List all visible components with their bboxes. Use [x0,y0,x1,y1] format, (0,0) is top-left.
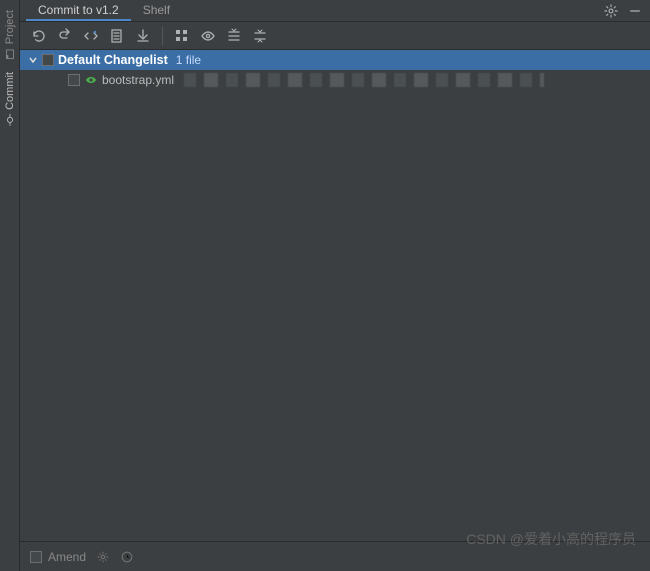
revert-icon [57,28,73,44]
collapse-all-button[interactable] [249,25,271,47]
amend-checkbox-box[interactable] [30,551,42,563]
file-checkbox[interactable] [68,74,80,86]
rollback-button[interactable] [54,25,76,47]
group-by-icon [174,28,190,44]
view-options-button[interactable] [197,25,219,47]
amend-checkbox[interactable]: Amend [30,550,86,564]
shelve-icon [135,28,151,44]
file-row[interactable]: bootstrap.yml [20,70,650,90]
project-tool-label: Project [4,10,16,44]
collapse-all-icon [252,28,268,44]
obscured-path [184,73,544,87]
gear-icon[interactable] [604,4,618,18]
expand-all-icon [226,28,242,44]
project-tool-tab[interactable]: Project [2,4,18,66]
commit-toolbar [20,22,650,50]
project-icon [4,48,16,60]
preview-icon [200,28,216,44]
group-by-button[interactable] [171,25,193,47]
commit-tool-tab[interactable]: Commit [2,66,18,132]
commit-tool-label: Commit [4,72,16,110]
changelist-row[interactable]: Default Changelist 1 file [20,50,650,70]
refresh-icon [31,28,47,44]
left-tool-gutter: Project Commit [0,0,20,571]
show-diff-button[interactable] [80,25,102,47]
changelist-checkbox[interactable] [42,54,54,66]
tab-shelf[interactable]: Shelf [131,0,182,21]
shelve-button[interactable] [132,25,154,47]
changelist-button[interactable] [106,25,128,47]
commit-bottom-bar: Amend [20,541,650,571]
changes-tree: Default Changelist 1 file bootstrap.yml [20,50,650,541]
changelist-count: 1 file [176,53,201,67]
yaml-file-icon [84,73,98,87]
commit-panel: Commit to v1.2 Shelf Default Changelist … [20,0,650,571]
expand-all-button[interactable] [223,25,245,47]
changelist-name: Default Changelist [58,53,168,67]
diff-icon [83,28,99,44]
minimize-icon[interactable] [628,4,642,18]
commit-tab-row: Commit to v1.2 Shelf [20,0,650,22]
amend-label: Amend [48,550,86,564]
toolbar-separator [162,27,163,45]
changelist-icon [109,28,125,44]
history-icon[interactable] [120,550,134,564]
chevron-down-icon[interactable] [28,55,38,65]
commit-icon [4,114,16,126]
refresh-button[interactable] [28,25,50,47]
commit-settings-icon[interactable] [96,550,110,564]
tab-commit[interactable]: Commit to v1.2 [26,0,131,21]
file-name: bootstrap.yml [102,73,174,87]
